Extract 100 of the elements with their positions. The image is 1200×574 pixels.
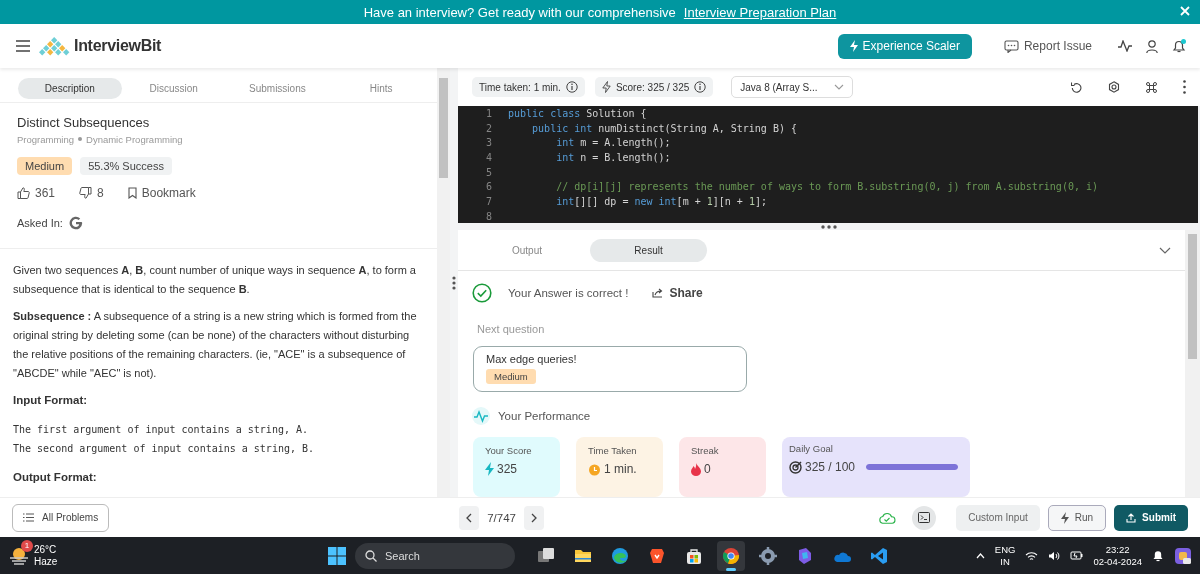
check-circle-icon [472,283,492,303]
logo-text[interactable]: InterviewBit [74,37,162,55]
submit-button[interactable]: Submit [1114,504,1188,531]
result-message: Your Answer is correct ! [508,287,629,299]
line-number: 5 [484,165,492,180]
copilot-icon[interactable] [1174,546,1192,565]
notification-badge: 1 [21,539,33,552]
stat-value: 325 [497,462,518,476]
command-icon[interactable] [1146,81,1157,93]
code-editor[interactable] [458,106,1198,223]
difficulty-badge: Medium [486,369,536,384]
wifi-icon[interactable] [1025,550,1039,561]
info-icon[interactable] [694,81,707,93]
score-label: Score: 325 / 325 [615,81,690,93]
task-view-icon [537,546,555,565]
stat-label: Time Taken [588,445,638,456]
code-line: int m = A.length(); [555,136,671,151]
line-number: 2 [484,121,492,136]
custom-input-button[interactable]: Custom Input [956,504,1040,531]
all-problems-button[interactable]: All Problems [12,503,110,532]
scrollbar[interactable] [1185,230,1200,497]
thumbs-down-icon[interactable] [79,186,93,199]
description-paragraph: Subsequence : A subsequence of a string is a new string which is formed from the original string by deleting some (can be none) of the characters without disturbing the relative positions of the remaining characters. (ie, "ACE" is a subsequence of "ABCDE" while "AEC" is not). [13,309,418,381]
run-button[interactable]: Run [1047,504,1107,531]
stat-value: 0 [704,462,711,476]
code-line: public int numDistinct(String A, String B) { [531,121,797,136]
line-number: 3 [484,136,492,151]
code-line: public class Solution { [508,107,647,121]
speaker-icon[interactable] [1048,550,1061,561]
problem-tab[interactable]: Description [18,78,122,99]
comment-icon [1003,39,1019,53]
likes-count: 361 [35,185,56,200]
lightning-icon [849,40,858,52]
stat-value: 1 min. [604,462,637,476]
stat-label: Your Score [485,445,533,456]
next-question-card[interactable]: Max edge queries! Medium [473,346,747,392]
result-tab[interactable]: Output [498,238,557,262]
chevron-down-icon [833,84,844,90]
flame-icon [691,462,701,476]
chevron-right-icon [530,512,537,523]
problem-title: Distinct Subsequences [17,114,151,130]
windows-start-icon[interactable] [328,546,346,565]
company-logo-icon [68,215,83,230]
bell-icon[interactable] [1152,549,1164,562]
language-dropdown[interactable]: Java 8 (Array S... [731,76,853,98]
banner-link[interactable]: Interview Preparation Plan [683,4,837,20]
target-icon [789,460,802,474]
menu-icon[interactable] [16,40,30,52]
chrome-browser-icon [722,546,740,565]
taskbar-search-field[interactable]: Search [355,542,515,569]
line-number: 4 [484,151,492,166]
upload-icon [1126,512,1137,523]
performance-heading: Your Performance [498,410,591,422]
result-tab[interactable]: Result [590,238,708,262]
asked-in-label: Asked In: [17,216,63,229]
success-rate-badge: 55.3% Success [80,156,172,175]
thumbs-up-icon[interactable] [17,186,30,199]
chevron-down-icon[interactable] [1159,246,1171,254]
section-heading: Input Format: [13,393,89,408]
problem-tab[interactable]: Hints [361,78,401,99]
lightning-icon [601,81,611,93]
drag-handle-icon[interactable] [821,224,837,229]
line-number: 8 [484,209,492,223]
dislikes-count: 8 [97,185,104,200]
taskbar-app-button[interactable] [717,540,745,571]
bullet-icon [78,137,83,141]
section-heading: Output Format: [13,470,98,485]
ribbon-icon [796,546,814,565]
more-icon[interactable] [1183,80,1186,94]
drag-handle-icon[interactable] [452,275,456,290]
experience-scaler-button[interactable]: Experience Scaler [837,33,972,59]
banner-text: Have an interview? Get ready with our comprehensive [363,4,676,20]
bookmark-link[interactable]: Bookmark [141,185,196,200]
terminal-button[interactable] [912,505,937,530]
activity-icon[interactable] [1118,40,1132,52]
settings-icon[interactable] [1108,81,1120,93]
clock[interactable]: 23:22 02-04-2024 [1093,543,1142,568]
line-number: 7 [484,195,492,210]
chevron-up-icon[interactable] [975,552,985,559]
language-indicator[interactable]: ENG IN [994,543,1016,568]
code-line: int[][] dp = new int[m + 1][n + 1]; [555,195,767,210]
reset-icon[interactable] [1071,81,1082,93]
report-issue-link[interactable]: Report Issue [1023,39,1092,53]
gear-icon [759,546,777,565]
info-icon[interactable] [565,81,578,93]
problem-tab[interactable]: Submissions [241,78,314,99]
bookmark-icon[interactable] [127,186,137,199]
problem-counter: 7/747 [487,511,516,524]
user-icon[interactable] [1146,39,1158,53]
scrollbar[interactable] [437,68,450,497]
close-icon[interactable] [1180,6,1190,16]
lion-shield-icon [648,546,666,565]
code-text: The first argument of input contains a string, A. The second argument of input contains a string, B. [13,423,316,456]
bell-icon[interactable] [1172,39,1186,53]
battery-icon[interactable] [1070,550,1084,561]
edge-browser-icon [611,546,629,565]
problem-tab[interactable]: Discussion [141,78,206,99]
share-button[interactable]: Share [652,286,703,300]
difficulty-badge: Medium [17,156,73,175]
description-paragraph: Given two sequences A, B, count number of unique ways in sequence A, to form a subsequence that is identical to the sequence B. [13,263,417,297]
